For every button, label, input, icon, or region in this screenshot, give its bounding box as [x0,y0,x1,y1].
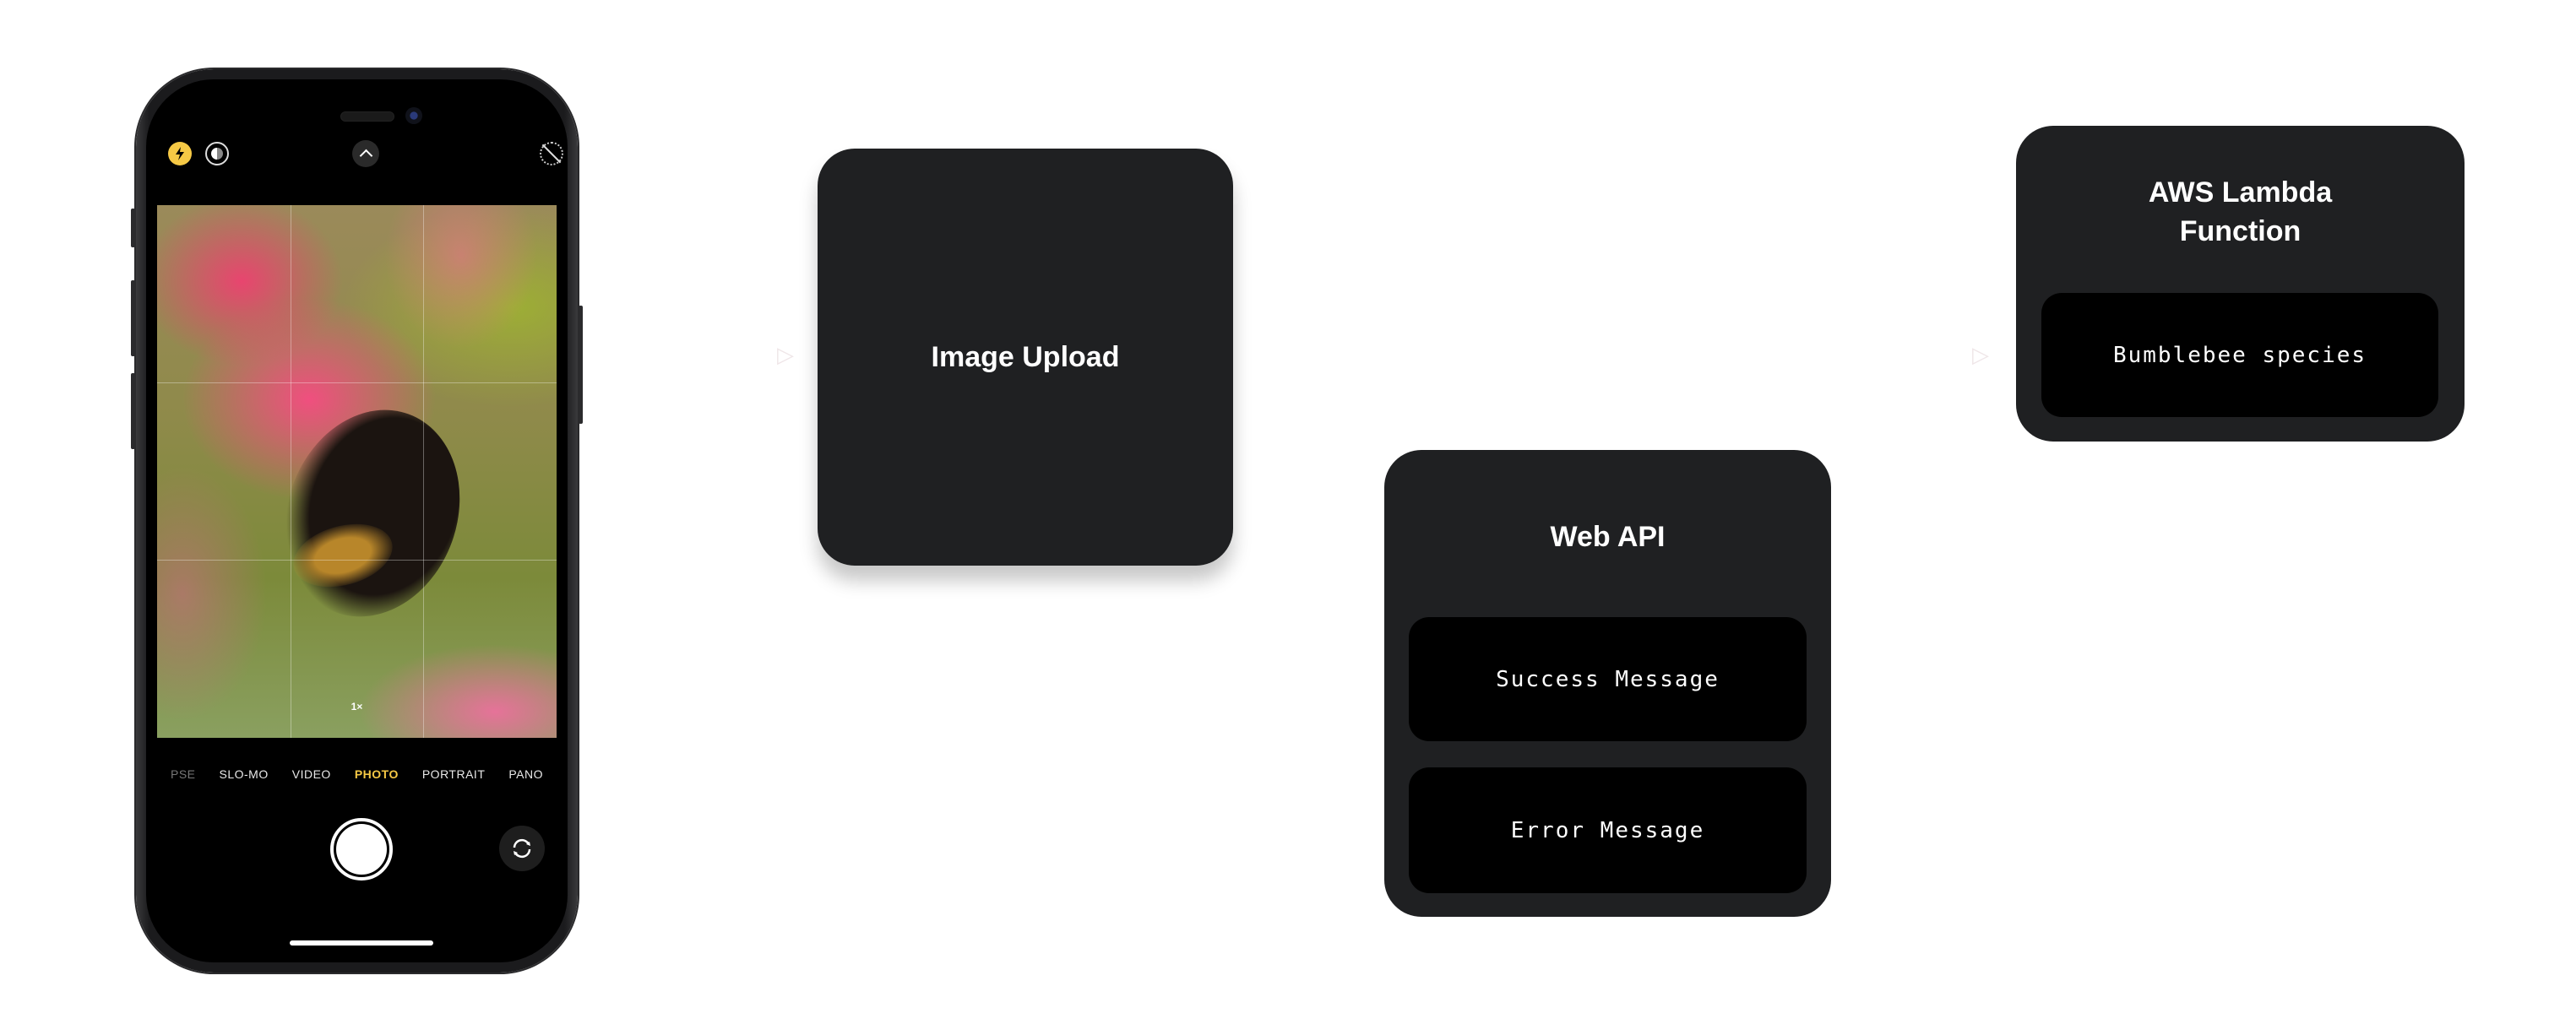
volume-up-button [131,280,135,356]
volume-down-button [131,373,135,449]
home-indicator [290,940,433,946]
mode-timelapse[interactable]: PSE [171,767,196,781]
node-title: Image Upload [931,341,1120,373]
node-aws-lambda[interactable]: AWS Lambda Function Bumblebee species [2016,126,2465,442]
bumblebee-subject [257,385,488,642]
camera-flip-icon[interactable] [499,826,545,871]
bumblebee-species-box[interactable]: Bumblebee species [2041,293,2438,417]
mode-portrait[interactable]: PORTRAIT [422,767,486,781]
node-image-upload[interactable]: Image Upload [818,149,1233,566]
mode-slo-mo[interactable]: SLO-MO [220,767,269,781]
grid-line [157,560,557,561]
node-web-api[interactable]: Web API Success Message Error Message [1384,450,1831,917]
node-title: AWS Lambda Function [2148,176,2333,247]
shutter-button[interactable] [330,818,393,881]
grid-line [157,382,557,384]
mode-photo[interactable]: PHOTO [355,767,399,781]
grid-line [423,205,425,738]
faint-connector-arrow: ▷ [1972,342,1989,367]
live-photo-icon[interactable] [205,142,229,165]
camera-app-screen: 1× PSE SLO-MO VIDEO PHOTO PORTRAIT PANO [146,79,568,962]
faint-connector-arrow: ▷ [777,342,794,367]
camera-mode-selector[interactable]: PSE SLO-MO VIDEO PHOTO PORTRAIT PANO [146,767,568,781]
node-title: Web API [1550,521,1666,553]
earpiece-speaker [340,111,394,122]
mode-pano[interactable]: PANO [508,767,543,781]
power-button [579,306,583,424]
front-camera [405,107,422,124]
camera-viewfinder[interactable]: 1× [157,205,557,738]
zoom-level-label[interactable]: 1× [157,701,557,713]
mode-video[interactable]: VIDEO [292,767,331,781]
mute-switch [131,209,135,247]
live-photo-off-icon[interactable] [540,142,563,165]
error-message-box[interactable]: Error Message [1409,767,1807,893]
flash-icon[interactable] [168,142,192,165]
chevron-up-icon[interactable] [352,140,379,167]
phone-mockup: 1× PSE SLO-MO VIDEO PHOTO PORTRAIT PANO [131,69,583,973]
success-message-box[interactable]: Success Message [1409,617,1807,741]
